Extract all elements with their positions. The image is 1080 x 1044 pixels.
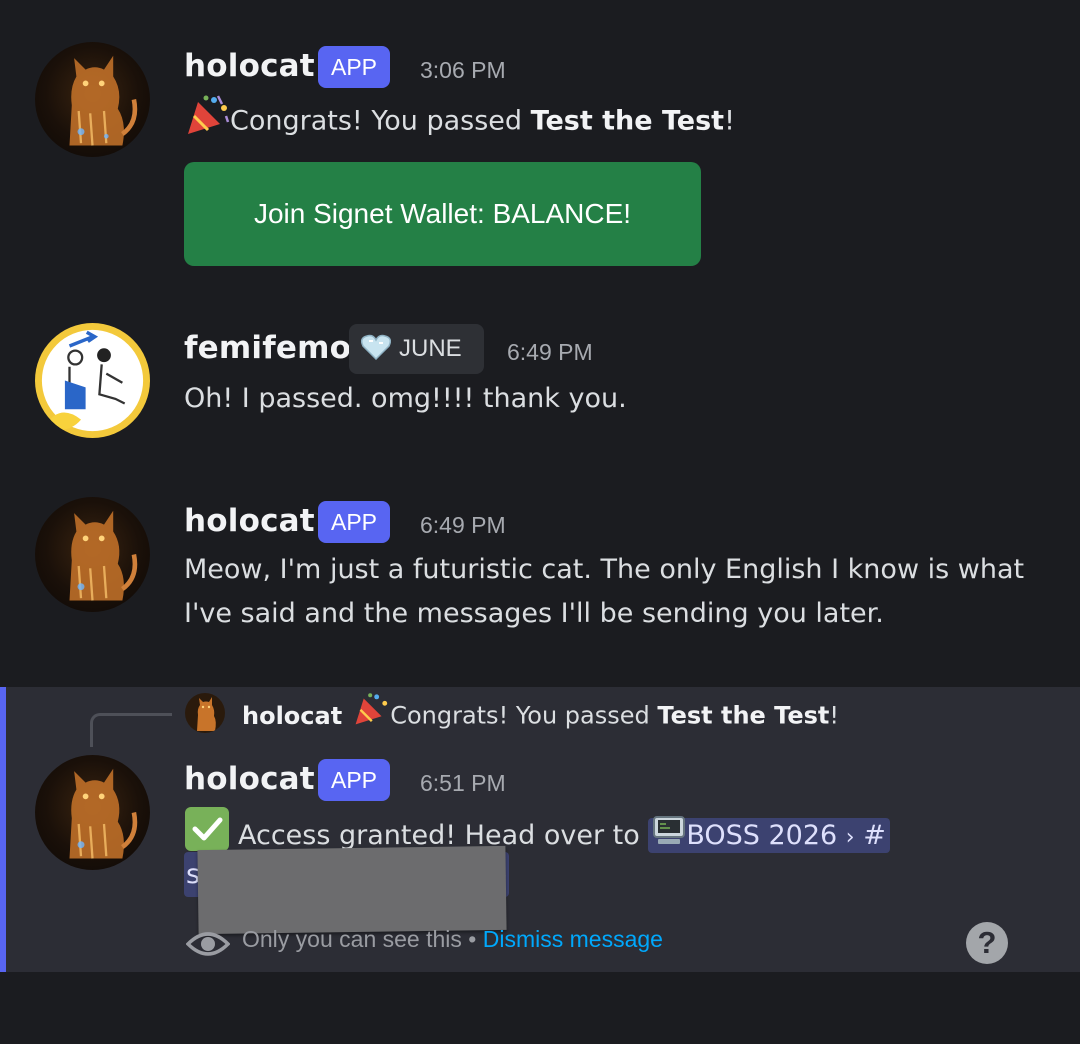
mention-separator: ›: [845, 824, 855, 850]
message-text-line-2: I've said and the messages I'll be sendi…: [184, 598, 884, 629]
holocat-avatar[interactable]: [35, 755, 150, 870]
message-text-post: !: [724, 105, 735, 137]
computer-icon: [652, 814, 686, 859]
author-name[interactable]: holocat: [184, 48, 315, 84]
mention-category: BOSS 2026: [686, 819, 838, 851]
reply-author[interactable]: holocat: [242, 702, 342, 730]
ephemeral-accent-bar: [0, 687, 6, 972]
femifemo-avatar[interactable]: [35, 323, 150, 438]
holocat-avatar[interactable]: [35, 497, 150, 612]
author-name[interactable]: holocat: [184, 503, 315, 539]
timestamp[interactable]: 3:06 PM: [420, 57, 506, 84]
dismiss-message-link[interactable]: Dismiss message: [483, 926, 663, 952]
author-name[interactable]: holocat: [184, 761, 315, 797]
timestamp[interactable]: 6:51 PM: [420, 770, 506, 797]
timestamp[interactable]: 6:49 PM: [420, 512, 506, 539]
mention-hash: #: [863, 819, 886, 851]
party-popper-icon: [184, 94, 230, 150]
message-text-line-1: Meow, I'm just a futuristic cat. The onl…: [184, 554, 1025, 585]
message-text-pre: Congrats! You passed: [230, 105, 531, 137]
reply-connector: [90, 713, 172, 747]
reply-text-bold: Test the Test: [657, 701, 830, 730]
reply-avatar[interactable]: [185, 693, 225, 733]
reply-preview[interactable]: holocat Congrats! You passed Test the Te…: [242, 692, 839, 741]
timestamp[interactable]: 6:49 PM: [507, 339, 593, 366]
role-label: JUNE: [399, 335, 462, 362]
help-icon[interactable]: ?: [966, 922, 1008, 964]
notice-separator: •: [468, 926, 477, 952]
ephemeral-notice: Only you can see this • Dismiss message: [242, 926, 663, 953]
heart-icon: [360, 334, 392, 364]
channel-mention[interactable]: BOSS 2026 › #: [648, 815, 890, 853]
reply-text-pre: Congrats! You passed: [390, 701, 658, 730]
redaction-box: [197, 845, 507, 935]
app-badge: APP: [318, 46, 391, 88]
join-signet-wallet-button[interactable]: Join Signet Wallet: BALANCE!: [184, 162, 701, 266]
app-badge: APP: [318, 501, 391, 543]
message-text-bold: Test the Test: [530, 105, 725, 137]
reply-text-post: !: [829, 701, 839, 730]
party-popper-icon: [352, 692, 390, 741]
role-tag[interactable]: JUNE: [349, 324, 484, 374]
message-content: Congrats! You passed Test the Test!: [184, 94, 735, 150]
holocat-avatar[interactable]: [35, 42, 150, 157]
app-badge: APP: [318, 759, 391, 801]
message-text: Oh! I passed. omg!!!! thank you.: [184, 383, 627, 414]
eye-icon: [186, 932, 230, 956]
author-name[interactable]: femifemo: [184, 330, 351, 366]
notice-text: Only you can see this: [242, 926, 462, 952]
